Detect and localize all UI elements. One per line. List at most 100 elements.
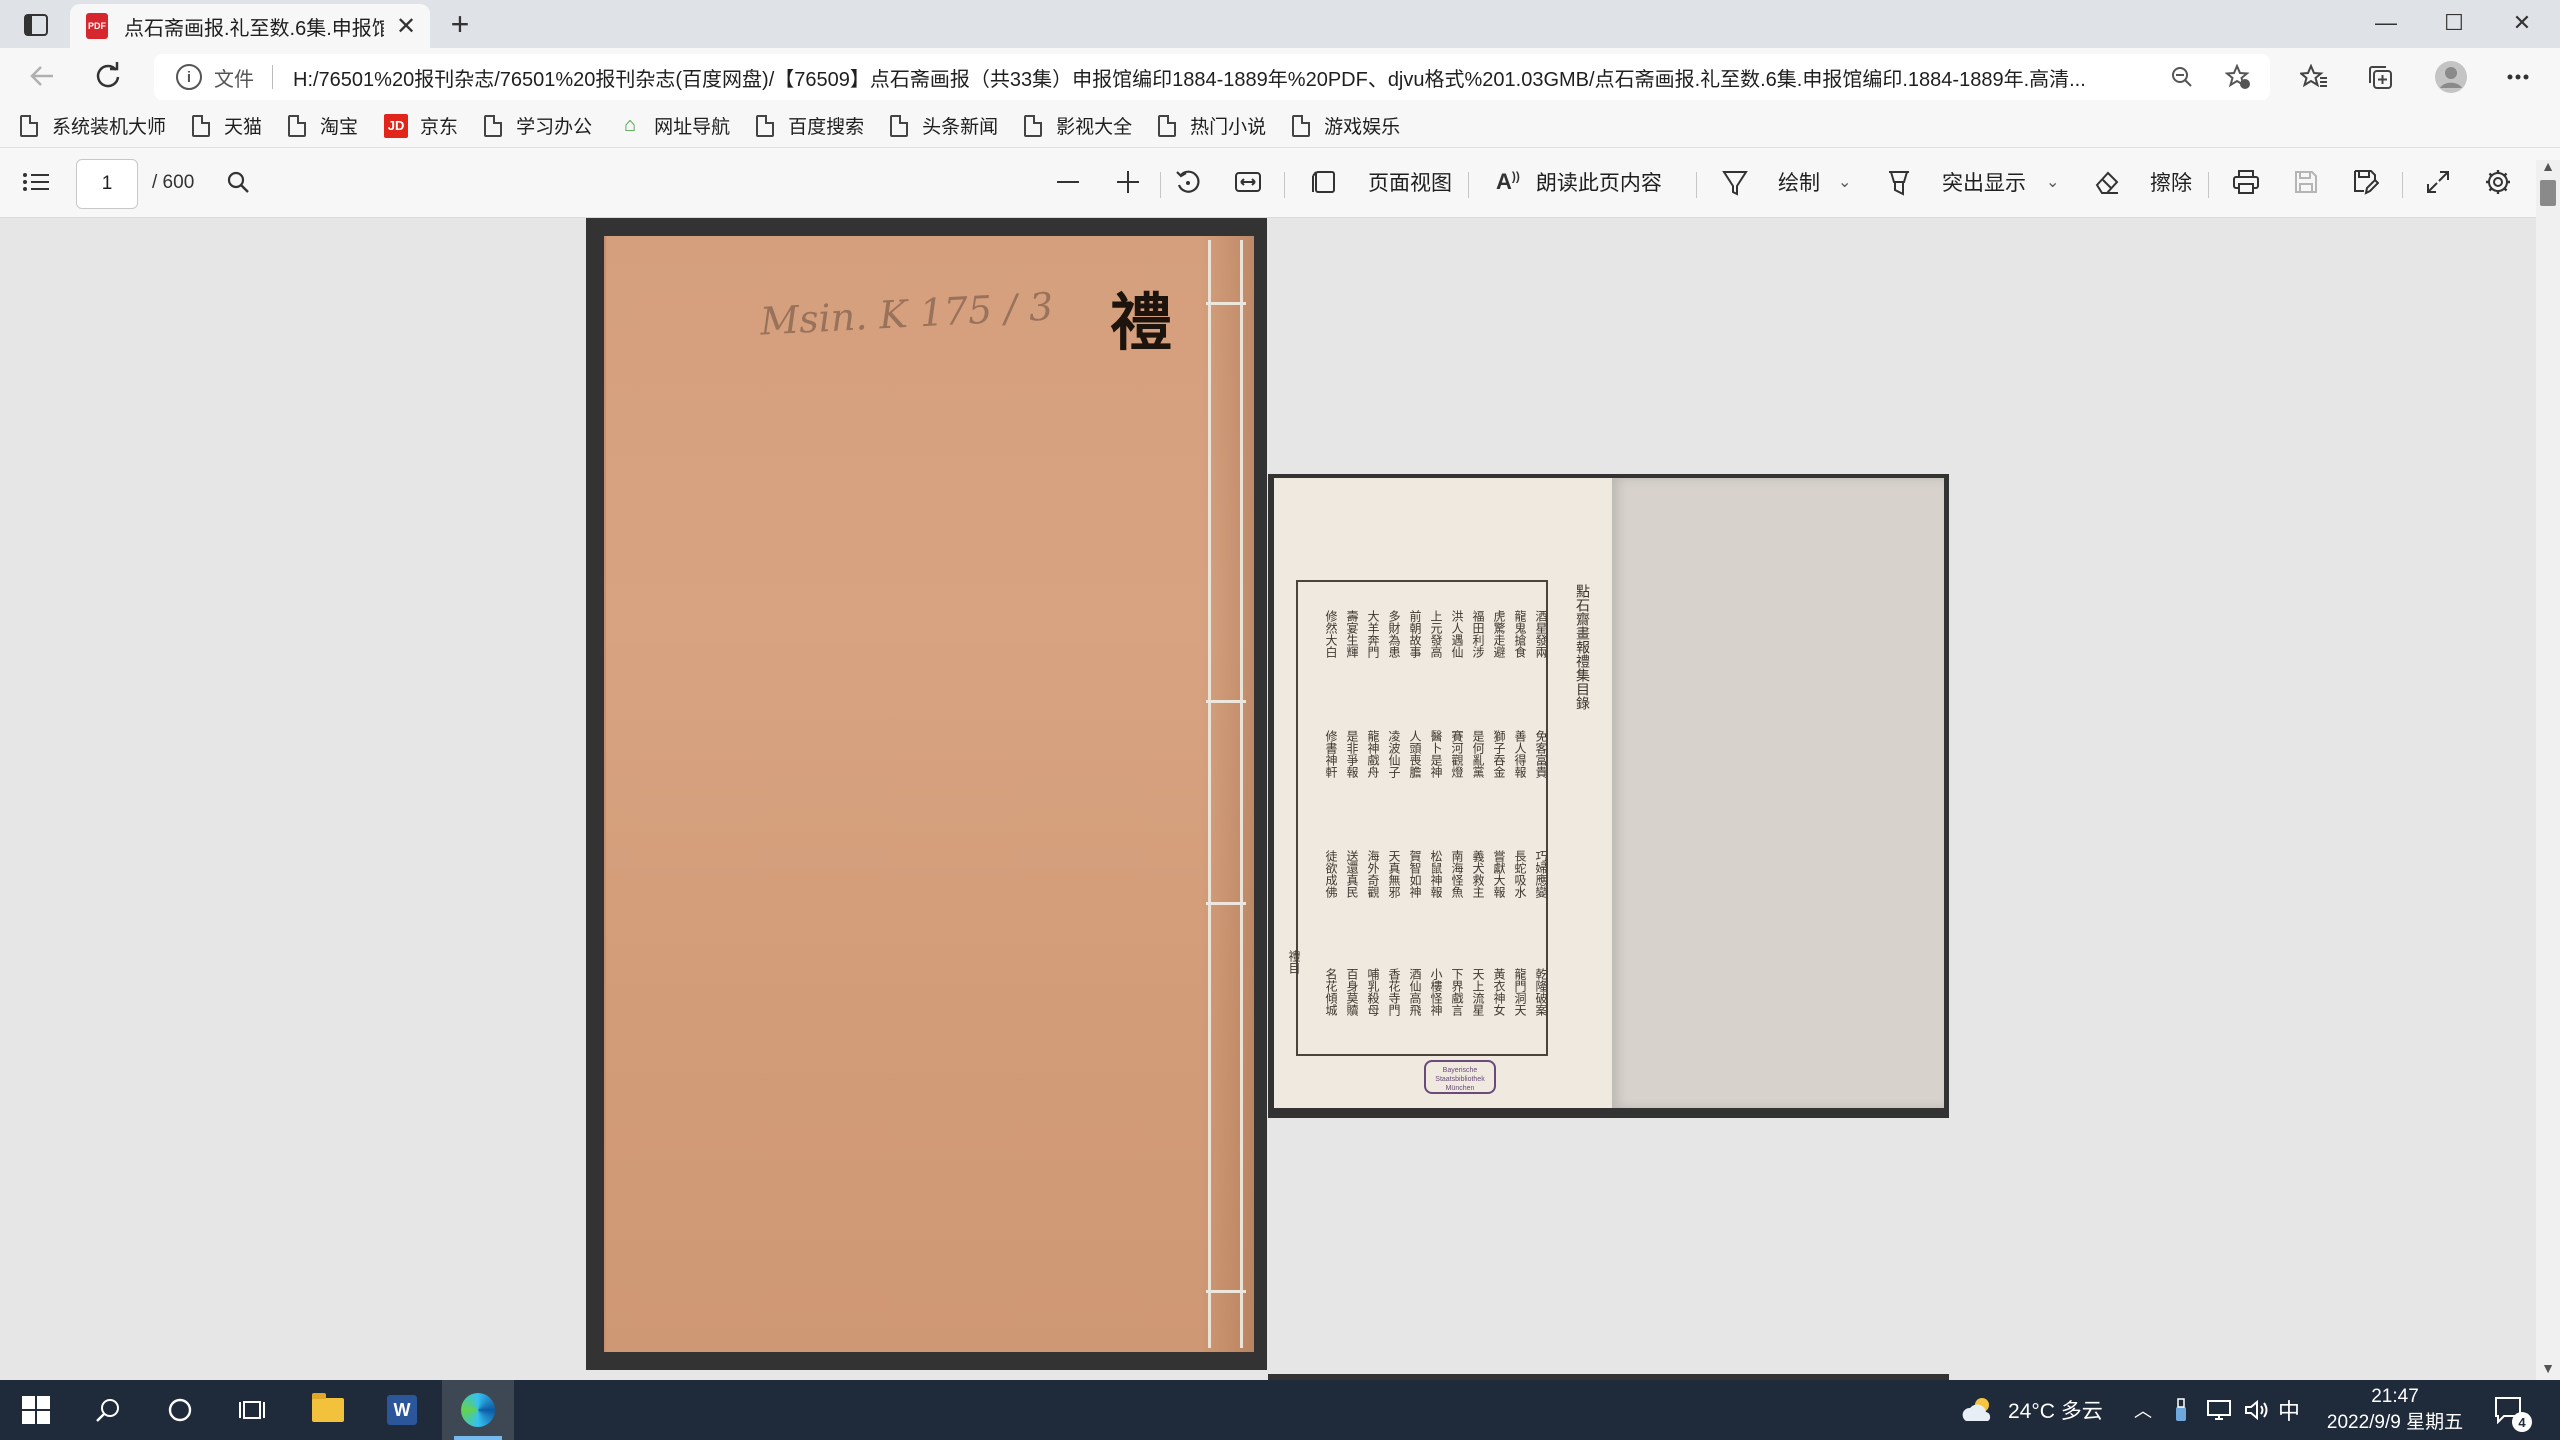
- favorite-item[interactable]: ⌂ 网址导航: [618, 112, 730, 139]
- read-aloud-button[interactable]: A)) 朗读此页内容: [1496, 160, 1662, 204]
- word-app[interactable]: W: [366, 1380, 438, 1440]
- erase-button[interactable]: 擦除: [2094, 160, 2192, 204]
- toolbar-separator: [1696, 172, 1697, 198]
- highlight-chevron-down-icon[interactable]: ⌄: [2046, 172, 2059, 192]
- toc-entry: 龍鬼搶食: [1513, 610, 1527, 658]
- back-button[interactable]: [22, 58, 62, 94]
- scroll-down-arrow-icon[interactable]: ▼: [2538, 1360, 2558, 1376]
- contents-list-icon: [23, 173, 49, 191]
- binding-stitch: [1206, 700, 1246, 703]
- toc-entry: 南海怪魚: [1450, 850, 1464, 898]
- new-tab-button[interactable]: +: [440, 6, 480, 42]
- fullscreen-button[interactable]: [2420, 160, 2456, 204]
- toolbar-separator: [2208, 172, 2209, 198]
- table-of-contents-button[interactable]: [18, 160, 54, 204]
- toc-entry: 修書神軒: [1324, 730, 1338, 778]
- toc-entry: 海外奇觀: [1366, 850, 1380, 898]
- close-window-button[interactable]: ✕: [2488, 0, 2556, 46]
- favorite-item[interactable]: 天猫: [192, 112, 262, 139]
- toc-entry: 凌波仙子: [1387, 730, 1401, 778]
- page-icon: [756, 114, 775, 137]
- cover-title: 禮: [1110, 286, 1173, 359]
- address-bar[interactable]: i 文件 H:/76501%20报刊杂志/76501%20报刊杂志(百度网盘)/…: [154, 54, 2270, 100]
- zoom-in-button[interactable]: [1110, 160, 1146, 204]
- zoom-out-button[interactable]: [1050, 160, 1086, 204]
- tab-close-icon[interactable]: ✕: [396, 12, 416, 41]
- url-text[interactable]: H:/76501%20报刊杂志/76501%20报刊杂志(百度网盘)/【7650…: [293, 63, 2173, 92]
- active-tab[interactable]: PDF 点石斋画报.礼至数.6集.申报馆编 ✕: [70, 4, 430, 48]
- weather-widget[interactable]: 24°C 多云: [1960, 1380, 2103, 1440]
- favorite-item[interactable]: 热门小说: [1158, 112, 1266, 139]
- notification-center-button[interactable]: 4: [2494, 1380, 2532, 1440]
- library-stamp: Bayerische Staatsbibliothek München: [1424, 1060, 1496, 1094]
- edge-icon: [461, 1393, 495, 1427]
- toc-entry: 巧婦應變: [1534, 850, 1548, 898]
- page-icon: [1158, 114, 1177, 137]
- file-explorer-app[interactable]: [292, 1380, 364, 1440]
- toc-entry: 黃衣神女: [1492, 968, 1506, 1016]
- search-icon: [96, 1399, 119, 1422]
- add-favorite-icon[interactable]: [2222, 62, 2254, 92]
- search-button[interactable]: [220, 160, 256, 204]
- vertical-scrollbar[interactable]: [2536, 160, 2560, 1380]
- binding-stitch: [1206, 1290, 1246, 1293]
- favorite-item[interactable]: 学习办公: [484, 112, 592, 139]
- toolbar-separator: [2402, 172, 2403, 198]
- draw-button[interactable]: 绘制: [1722, 160, 1820, 204]
- taskbar-search-button[interactable]: [72, 1380, 144, 1440]
- page-icon: [288, 114, 307, 137]
- favorites-icon[interactable]: [2298, 62, 2330, 92]
- cortana-button[interactable]: [144, 1380, 216, 1440]
- partly-cloudy-icon: [1962, 1398, 1991, 1421]
- blank-leaf: [1612, 478, 1944, 1108]
- toc-entry: 虎驚走避: [1492, 610, 1506, 658]
- fit-width-button[interactable]: [1230, 160, 1266, 204]
- toc-side-label: 禮目: [1287, 950, 1301, 974]
- clock-date: 2022/9/9 星期五: [2326, 1412, 2464, 1433]
- favorite-item[interactable]: 系统装机大师: [20, 112, 166, 139]
- rotate-button[interactable]: [1170, 160, 1206, 204]
- volume-icon[interactable]: [2244, 1380, 2270, 1440]
- scroll-up-arrow-icon[interactable]: ▲: [2538, 158, 2558, 174]
- favorite-item[interactable]: 百度搜索: [756, 112, 864, 139]
- favorite-item[interactable]: 影视大全: [1024, 112, 1132, 139]
- network-icon[interactable]: [2206, 1380, 2232, 1440]
- favorite-item[interactable]: JD 京东: [384, 112, 458, 139]
- show-hidden-icons-chevron-up-icon[interactable]: ︿: [2134, 1380, 2152, 1440]
- print-button[interactable]: [2228, 160, 2264, 204]
- collections-icon[interactable]: [2364, 62, 2396, 92]
- page-view-button[interactable]: 页面视图: [1312, 160, 1452, 204]
- binding-line: [1208, 240, 1211, 1348]
- input-method-indicator[interactable]: 中: [2278, 1380, 2300, 1440]
- draw-chevron-down-icon[interactable]: ⌄: [1838, 172, 1851, 192]
- start-button[interactable]: [0, 1380, 72, 1440]
- scrollbar-thumb[interactable]: [2540, 180, 2556, 206]
- toc-entry: 下界戲言: [1450, 968, 1464, 1016]
- info-icon[interactable]: i: [176, 64, 202, 90]
- settings-button[interactable]: [2480, 160, 2516, 204]
- favorite-item[interactable]: 游戏娱乐: [1292, 112, 1400, 139]
- zoom-out-icon[interactable]: [2166, 62, 2198, 92]
- edge-app[interactable]: [442, 1380, 514, 1440]
- nav-icon: ⌂: [624, 114, 637, 136]
- more-menu-icon[interactable]: [2502, 62, 2534, 92]
- favorite-item[interactable]: 淘宝: [288, 112, 358, 139]
- highlight-button[interactable]: 突出显示: [1886, 160, 2026, 204]
- pdf-favicon-icon: PDF: [86, 13, 108, 39]
- maximize-button[interactable]: ☐: [2420, 0, 2488, 46]
- toc-entry: 大羊奔門: [1366, 610, 1380, 658]
- minimize-button[interactable]: —: [2352, 0, 2420, 46]
- save-icon: [2295, 171, 2317, 193]
- page-number-input[interactable]: 1: [76, 159, 138, 209]
- save-as-button[interactable]: [2348, 160, 2384, 204]
- save-button[interactable]: [2288, 160, 2324, 204]
- system-clock[interactable]: 21:47 2022/9/9 星期五: [2310, 1384, 2480, 1436]
- tab-actions-button[interactable]: [14, 8, 58, 42]
- profile-avatar[interactable]: [2432, 58, 2470, 96]
- task-view-button[interactable]: [216, 1380, 288, 1440]
- toc-entry: 洪人遇仙: [1450, 610, 1464, 658]
- refresh-button[interactable]: [88, 58, 128, 94]
- binding-stitch: [1206, 302, 1246, 305]
- usb-device-icon[interactable]: [2172, 1380, 2190, 1440]
- favorite-item[interactable]: 头条新闻: [890, 112, 998, 139]
